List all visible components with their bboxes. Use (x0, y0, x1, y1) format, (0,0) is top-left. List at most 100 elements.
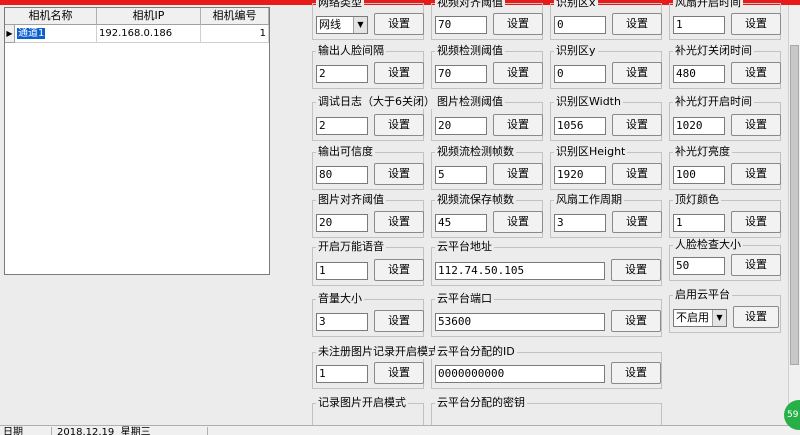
row-selector-icon[interactable]: ▶ (5, 25, 15, 43)
group-region-y: 识别区y 0 设置 (550, 44, 662, 89)
enable-cloud-select[interactable]: 不启用 ▼ (673, 309, 727, 327)
fill-close-time-set-button[interactable]: 设置 (731, 62, 781, 84)
scrollbar-thumb[interactable] (790, 45, 799, 365)
fill-brightness-set-button[interactable]: 设置 (731, 163, 781, 185)
top-light-input[interactable]: 1 (673, 214, 725, 232)
region-y-set-button[interactable]: 设置 (612, 62, 662, 84)
group-stream-frames: 视频流检测帧数 5 设置 (431, 145, 543, 190)
stream-frames-input[interactable]: 5 (435, 166, 487, 184)
network-type-set-button[interactable]: 设置 (374, 13, 424, 35)
universal-voice-set-button[interactable]: 设置 (374, 259, 424, 281)
group-universal-voice: 开启万能语音 1 设置 (312, 240, 424, 286)
camera-grid[interactable]: 相机名称 相机IP 相机编号 ▶ 通道1 192.168.0.186 1 (4, 7, 270, 275)
group-fan-open-time: 风扇开启时间 1 设置 (669, 0, 781, 40)
image-detect-set-button[interactable]: 设置 (493, 114, 543, 136)
chevron-down-icon: ▼ (353, 17, 367, 33)
region-y-input[interactable]: 0 (554, 65, 606, 83)
status-bar: 日期 2018.12.19 星期三 (0, 425, 800, 435)
cloud-port-set-button[interactable]: 设置 (611, 310, 661, 332)
status-weekday: 星期三 (120, 427, 151, 435)
universal-voice-input[interactable]: 1 (316, 262, 368, 280)
volume-set-button[interactable]: 设置 (374, 310, 424, 332)
group-network-type: 网络类型 网线 ▼ 设置 (312, 0, 424, 40)
vertical-scrollbar[interactable] (788, 5, 800, 425)
fan-cycle-set-button[interactable]: 设置 (612, 211, 662, 233)
group-fill-open-time: 补光灯开启时间 1020 设置 (669, 95, 781, 141)
group-fan-cycle: 风扇工作周期 3 设置 (550, 193, 662, 238)
fill-brightness-input[interactable]: 100 (673, 166, 725, 184)
video-detect-input[interactable]: 70 (435, 65, 487, 83)
unreg-image-mode-input[interactable]: 1 (316, 365, 368, 383)
cloud-address-input[interactable]: 112.74.50.105 (435, 262, 605, 280)
fan-open-time-input[interactable]: 1 (673, 16, 725, 34)
image-align-input[interactable]: 20 (316, 214, 368, 232)
unreg-image-mode-set-button[interactable]: 设置 (374, 362, 424, 384)
face-interval-set-button[interactable]: 设置 (374, 62, 424, 84)
region-height-set-button[interactable]: 设置 (612, 163, 662, 185)
volume-input[interactable]: 3 (316, 313, 368, 331)
cloud-id-input[interactable]: 0000000000 (435, 365, 605, 383)
debug-log-set-button[interactable]: 设置 (374, 114, 424, 136)
group-debug-log: 调试日志（大于6关闭） 2 设置 (312, 95, 437, 141)
grid-header-name[interactable]: 相机名称 (5, 8, 97, 25)
fill-open-time-set-button[interactable]: 设置 (731, 114, 781, 136)
region-x-set-button[interactable]: 设置 (612, 13, 662, 35)
top-light-set-button[interactable]: 设置 (731, 211, 781, 233)
fill-close-time-input[interactable]: 480 (673, 65, 725, 83)
group-image-detect: 图片检测阈值 20 设置 (431, 95, 543, 141)
cloud-id-set-button[interactable]: 设置 (611, 362, 661, 384)
group-region-height: 识别区Height 1920 设置 (550, 145, 662, 190)
stream-save-set-button[interactable]: 设置 (493, 211, 543, 233)
grid-header-number[interactable]: 相机编号 (201, 8, 269, 25)
group-cloud-port: 云平台端口 53600 设置 (431, 292, 662, 337)
region-width-input[interactable]: 1056 (554, 117, 606, 135)
video-detect-set-button[interactable]: 设置 (493, 62, 543, 84)
group-volume: 音量大小 3 设置 (312, 292, 424, 337)
group-unreg-image-mode: 未注册图片记录开启模式 1 设置 (312, 345, 441, 389)
face-size-input[interactable]: 50 (673, 257, 725, 275)
debug-log-input[interactable]: 2 (316, 117, 368, 135)
group-confidence: 输出可信度 80 设置 (312, 145, 424, 190)
network-type-select[interactable]: 网线 ▼ (316, 16, 368, 34)
group-region-width: 识别区Width 1056 设置 (550, 95, 662, 141)
group-fill-brightness: 补光灯亮度 100 设置 (669, 145, 781, 190)
group-top-light: 顶灯颜色 1 设置 (669, 193, 781, 238)
group-cloud-key: 云平台分配的密钥 (431, 396, 662, 435)
video-align-input[interactable]: 70 (435, 16, 487, 34)
status-date-label: 日期 (0, 427, 52, 435)
image-align-set-button[interactable]: 设置 (374, 211, 424, 233)
group-fill-close-time: 补光灯关闭时间 480 设置 (669, 44, 781, 89)
group-video-detect: 视频检测阈值 70 设置 (431, 44, 543, 89)
camera-name: 通道1 (17, 28, 46, 39)
group-cloud-address: 云平台地址 112.74.50.105 设置 (431, 240, 662, 286)
stream-frames-set-button[interactable]: 设置 (493, 163, 543, 185)
table-row-ip[interactable]: 192.168.0.186 (97, 25, 201, 43)
confidence-set-button[interactable]: 设置 (374, 163, 424, 185)
group-video-align: 视频对齐阈值 70 设置 (431, 0, 543, 40)
region-width-set-button[interactable]: 设置 (612, 114, 662, 136)
group-face-interval: 输出人脸间隔 2 设置 (312, 44, 424, 89)
group-face-size: 人脸检查大小 50 设置 (669, 238, 781, 281)
face-interval-input[interactable]: 2 (316, 65, 368, 83)
group-image-record-mode: 记录图片开启模式 (312, 396, 424, 435)
table-row-number[interactable]: 1 (201, 25, 269, 43)
group-image-align: 图片对齐阈值 20 设置 (312, 193, 424, 238)
confidence-input[interactable]: 80 (316, 166, 368, 184)
table-row-name[interactable]: 通道1 (15, 25, 97, 43)
region-height-input[interactable]: 1920 (554, 166, 606, 184)
cloud-port-input[interactable]: 53600 (435, 313, 605, 331)
fan-cycle-input[interactable]: 3 (554, 214, 606, 232)
group-stream-save: 视频流保存帧数 45 设置 (431, 193, 543, 238)
grid-header-ip[interactable]: 相机IP (97, 8, 201, 25)
cloud-address-set-button[interactable]: 设置 (611, 259, 661, 281)
stream-save-input[interactable]: 45 (435, 214, 487, 232)
enable-cloud-set-button[interactable]: 设置 (733, 306, 779, 328)
region-x-input[interactable]: 0 (554, 16, 606, 34)
group-cloud-id: 云平台分配的ID 0000000000 设置 (431, 345, 662, 389)
image-detect-input[interactable]: 20 (435, 117, 487, 135)
fan-open-time-set-button[interactable]: 设置 (731, 13, 781, 35)
face-size-set-button[interactable]: 设置 (731, 254, 781, 276)
status-date-value: 2018.12.19 星期三 (54, 427, 208, 435)
fill-open-time-input[interactable]: 1020 (673, 117, 725, 135)
video-align-set-button[interactable]: 设置 (493, 13, 543, 35)
